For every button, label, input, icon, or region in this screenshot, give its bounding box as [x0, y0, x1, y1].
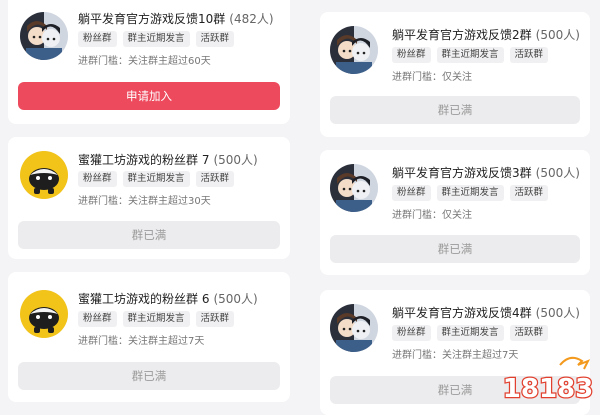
group-tags: 粉丝群 群主近期发言 活跃群: [392, 185, 549, 201]
tag-fans: 粉丝群: [392, 47, 431, 63]
tag-owner-active: 群主近期发言: [122, 31, 190, 47]
group-full-button[interactable]: 群已满: [18, 221, 280, 249]
tag-owner-active: 群主近期发言: [436, 47, 504, 63]
group-tags: 粉丝群 群主近期发言 活跃群: [78, 171, 235, 187]
tag-fans: 粉丝群: [78, 171, 117, 187]
group-title: 蜜獾工坊游戏的粉丝群 6 (500人): [78, 290, 258, 307]
member-count: (500人): [535, 28, 580, 42]
tag-active-group: 活跃群: [509, 47, 549, 63]
member-count: (482人): [229, 12, 274, 26]
site-watermark-logo: 18183: [500, 351, 596, 407]
honey-badger-avatar: [20, 290, 68, 338]
game-character-avatar: [330, 26, 378, 74]
group-card: 躺平发育官方游戏反馈10群 (482人) 粉丝群 群主近期发言 活跃群 进群门槛：…: [8, 0, 290, 124]
group-card: 蜜獾工坊游戏的粉丝群 6 (500人) 粉丝群 群主近期发言 活跃群 进群门槛：关…: [8, 272, 290, 402]
member-count: (500人): [213, 292, 258, 306]
tag-owner-active: 群主近期发言: [122, 171, 190, 187]
tag-active-group: 活跃群: [195, 171, 235, 187]
group-card: 躺平发育官方游戏反馈3群 (500人) 粉丝群 群主近期发言 活跃群 进群门槛：仅…: [320, 150, 590, 275]
tag-owner-active: 群主近期发言: [436, 325, 504, 341]
tag-active-group: 活跃群: [509, 325, 549, 341]
group-card: 躺平发育官方游戏反馈2群 (500人) 粉丝群 群主近期发言 活跃群 进群门槛：仅…: [320, 12, 590, 137]
watermark-text: 18183: [503, 374, 593, 404]
member-count: (500人): [535, 306, 580, 320]
join-threshold: 进群门槛：关注群主超过30天: [78, 196, 211, 207]
tag-active-group: 活跃群: [509, 185, 549, 201]
group-title: 躺平发育官方游戏反馈3群 (500人): [392, 164, 580, 181]
member-count: (500人): [535, 166, 580, 180]
game-character-avatar: [20, 12, 68, 60]
group-tags: 粉丝群 群主近期发言 活跃群: [392, 47, 549, 63]
tag-fans: 粉丝群: [392, 185, 431, 201]
tag-owner-active: 群主近期发言: [436, 185, 504, 201]
group-name: 蜜獾工坊游戏的粉丝群 6: [78, 292, 210, 306]
group-full-button[interactable]: 群已满: [330, 235, 580, 263]
group-tags: 粉丝群 群主近期发言 活跃群: [78, 311, 235, 327]
tag-active-group: 活跃群: [195, 311, 235, 327]
tag-fans: 粉丝群: [392, 325, 431, 341]
group-title: 蜜獾工坊游戏的粉丝群 7 (500人): [78, 151, 258, 168]
game-character-avatar: [330, 164, 378, 212]
join-threshold: 进群门槛：关注群主超过60天: [78, 56, 211, 67]
group-tags: 粉丝群 群主近期发言 活跃群: [78, 31, 235, 47]
group-name: 蜜獾工坊游戏的粉丝群 7: [78, 153, 210, 167]
apply-join-button[interactable]: 申请加入: [18, 82, 280, 110]
group-tags: 粉丝群 群主近期发言 活跃群: [392, 325, 549, 341]
honey-badger-avatar: [20, 151, 68, 199]
tag-fans: 粉丝群: [78, 31, 117, 47]
group-full-button[interactable]: 群已满: [330, 96, 580, 124]
join-threshold: 进群门槛：关注群主超过7天: [78, 336, 205, 347]
game-character-avatar: [330, 304, 378, 352]
join-threshold: 进群门槛：仅关注: [392, 210, 472, 221]
group-title: 躺平发育官方游戏反馈2群 (500人): [392, 26, 580, 43]
group-card: 蜜獾工坊游戏的粉丝群 7 (500人) 粉丝群 群主近期发言 活跃群 进群门槛：关…: [8, 137, 290, 259]
tag-fans: 粉丝群: [78, 311, 117, 327]
group-name: 躺平发育官方游戏反馈2群: [392, 28, 532, 42]
tag-active-group: 活跃群: [195, 31, 235, 47]
join-threshold: 进群门槛：仅关注: [392, 72, 472, 83]
group-name: 躺平发育官方游戏反馈3群: [392, 166, 532, 180]
group-full-button[interactable]: 群已满: [18, 362, 280, 390]
member-count: (500人): [213, 153, 258, 167]
tag-owner-active: 群主近期发言: [122, 311, 190, 327]
group-name: 躺平发育官方游戏反馈10群: [78, 12, 226, 26]
group-name: 躺平发育官方游戏反馈4群: [392, 306, 532, 320]
group-title: 躺平发育官方游戏反馈10群 (482人): [78, 10, 274, 27]
group-title: 躺平发育官方游戏反馈4群 (500人): [392, 304, 580, 321]
